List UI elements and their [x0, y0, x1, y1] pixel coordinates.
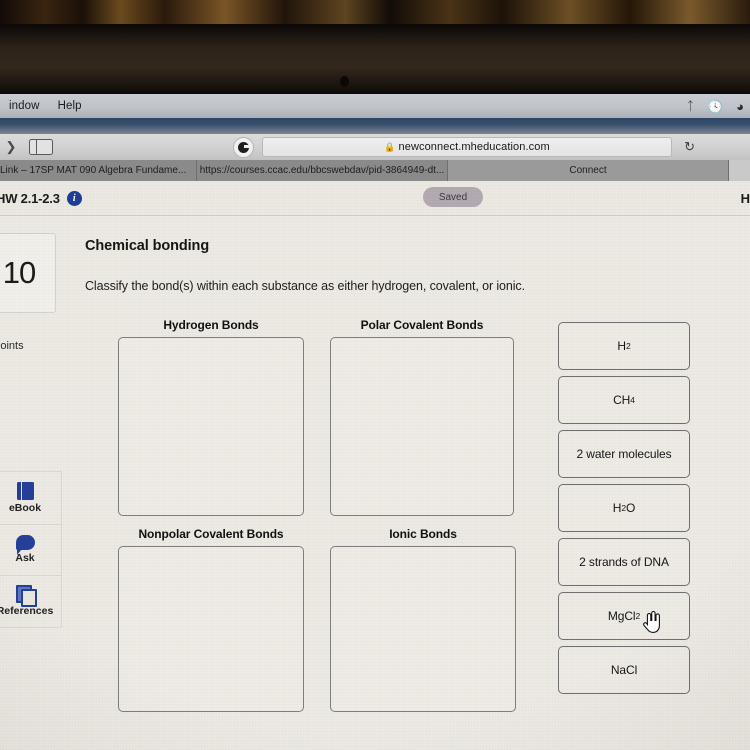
draggable-tile-nacl[interactable]: NaCl — [558, 646, 690, 694]
tile-label: MgCl — [607, 609, 636, 623]
tab-ccac-pdf[interactable]: https://courses.ccac.edu/bbcswebdav/pid-… — [197, 160, 448, 181]
reload-icon[interactable]: ↻ — [684, 139, 695, 155]
draggable-tile-ch4[interactable]: CH 4 — [558, 376, 690, 424]
draggable-tile-h2o[interactable]: H2O — [558, 484, 690, 532]
sidebar-item-ebook[interactable]: eBook — [0, 471, 62, 525]
forward-button[interactable]: ❯ — [0, 139, 22, 156]
menu-item-help[interactable]: Help — [49, 100, 91, 112]
tile-label: H — [612, 501, 622, 515]
drop-zone-label: Hydrogen Bonds — [163, 318, 259, 332]
sidebar-item-references[interactable]: References — [0, 575, 62, 628]
sidebar-item-label: eBook — [8, 502, 42, 514]
sidebar-item-ask[interactable]: Ask — [0, 523, 62, 576]
address-bar[interactable]: 🔒 newconnect.mheducation.com ↻ — [262, 137, 695, 157]
drop-zone-area[interactable] — [118, 337, 304, 516]
drop-zone-polar-covalent-bonds[interactable]: Polar Covalent Bonds — [330, 318, 514, 516]
tab-blackboard-link[interactable]: Link – 17SP MAT 090 Algebra Fundame... — [0, 160, 197, 181]
laptop-bezel — [0, 24, 750, 94]
webcam-icon — [340, 76, 349, 87]
laptop-screen: indow Help ᛏ 🕓 ◕ ❯ 🔒 newconnect.mheducat… — [0, 94, 750, 750]
bluetooth-icon[interactable]: ᛏ — [687, 100, 694, 112]
drop-zone-ionic-bonds[interactable]: Ionic Bonds — [330, 527, 516, 712]
drop-zone-label: Nonpolar Covalent Bonds — [138, 527, 284, 541]
draggable-tiles-list: H2 CH 4 2 water molecules H2O 2 strands o… — [558, 322, 690, 700]
screen-glare-band — [0, 118, 750, 134]
assignment-title: HW 2.1-2.3 — [0, 190, 60, 206]
documents-icon — [16, 585, 37, 607]
tile-subscript: 2 — [625, 341, 631, 351]
sidebar-icon[interactable] — [29, 139, 53, 155]
draggable-tile-2-water-molecules[interactable]: 2 water molecules — [558, 430, 690, 478]
save-status-badge: Saved — [423, 187, 483, 207]
tile-subscript: 4 — [630, 395, 635, 405]
macos-menubar: indow Help ᛏ 🕓 ◕ — [0, 94, 750, 118]
question-prompt: Classify the bond(s) within each substan… — [85, 279, 525, 293]
browser-toolbar: ❯ 🔒 newconnect.mheducation.com ↻ — [0, 134, 750, 160]
lock-icon: 🔒 — [384, 141, 396, 152]
drop-zone-area[interactable] — [118, 546, 304, 712]
time-machine-icon[interactable]: 🕓 — [707, 100, 723, 113]
laptop-photo: indow Help ᛏ 🕓 ◕ ❯ 🔒 newconnect.mheducat… — [0, 0, 750, 750]
drop-zone-area[interactable] — [330, 546, 516, 712]
info-icon[interactable]: i — [66, 190, 82, 206]
tab-connect[interactable]: Connect — [448, 160, 729, 181]
wifi-icon[interactable]: ◕ — [736, 100, 744, 113]
url-text: newconnect.mheducation.com — [398, 141, 550, 153]
room-background — [0, 0, 750, 24]
draggable-tile-2-strands-of-dna[interactable]: 2 strands of DNA — [558, 538, 690, 586]
points-label: Points — [0, 340, 24, 352]
tile-label: H — [617, 339, 626, 353]
points-box: 10 — [0, 233, 56, 313]
question-title: Chemical bonding — [85, 238, 210, 254]
drop-zone-label: Polar Covalent Bonds — [360, 318, 484, 332]
connect-page: HW 2.1-2.3 i Saved H 10 Points eBook Ask — [0, 181, 750, 750]
share-icon[interactable] — [233, 136, 254, 158]
tile-label: CH — [613, 393, 631, 407]
drop-zone-label: Ionic Bonds — [389, 527, 457, 541]
tab-strip: Link – 17SP MAT 090 Algebra Fundame... h… — [0, 160, 750, 181]
tile-label: NaCl — [610, 663, 638, 677]
tile-subscript: 2 — [635, 611, 641, 621]
pointing-hand-cursor — [643, 611, 660, 633]
points-value: 10 — [2, 255, 36, 290]
drop-zone-area[interactable] — [330, 337, 514, 516]
tile-label: 2 strands of DNA — [579, 555, 669, 569]
tile-label: 2 water molecules — [576, 447, 672, 461]
assignment-header: HW 2.1-2.3 i Saved H — [0, 181, 750, 216]
book-icon — [16, 482, 34, 500]
drop-zone-hydrogen-bonds[interactable]: Hydrogen Bonds — [118, 318, 304, 516]
menubar-status-icons: ᛏ 🕓 ◕ — [687, 94, 744, 118]
draggable-tile-h2[interactable]: H2 — [558, 322, 690, 370]
draggable-tile-mgcl2[interactable]: MgCl 2 — [558, 592, 690, 640]
speech-bubble-icon — [15, 534, 35, 555]
tile-suffix: O — [625, 501, 636, 515]
drop-zone-nonpolar-covalent-bonds[interactable]: Nonpolar Covalent Bonds — [118, 527, 304, 712]
header-right-cut-text: H — [740, 191, 750, 206]
tab-strip-filler — [729, 160, 750, 181]
menu-item-window[interactable]: indow — [0, 100, 49, 112]
